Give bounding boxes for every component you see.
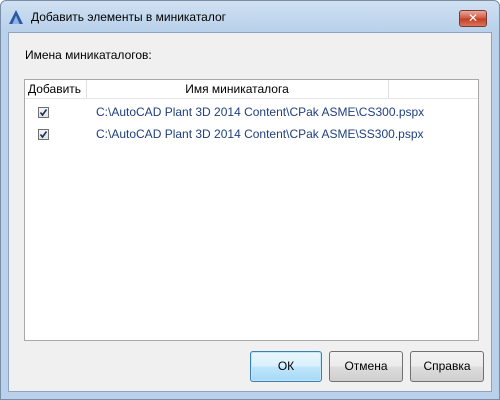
cancel-button[interactable]: Отмена: [329, 351, 403, 382]
ok-button[interactable]: ОК: [250, 351, 322, 382]
window-title: Добавить элементы в миникаталог: [31, 10, 227, 24]
close-icon: ✕: [467, 11, 479, 25]
autocad-a-icon: [9, 10, 23, 24]
checkmark-icon: [39, 109, 48, 117]
dialog-body: Имена миникаталогов: Добавить Имя миника…: [8, 32, 492, 392]
checkmark-icon: [39, 131, 48, 139]
catalog-path: C:\AutoCAD Plant 3D 2014 Content\CPak AS…: [96, 105, 425, 119]
catalog-path: C:\AutoCAD Plant 3D 2014 Content\CPak AS…: [96, 127, 424, 141]
close-button[interactable]: ✕: [459, 10, 487, 27]
add-checkbox[interactable]: [38, 107, 49, 118]
table-row[interactable]: C:\AutoCAD Plant 3D 2014 Content\CPak AS…: [25, 102, 478, 124]
column-divider[interactable]: [388, 80, 389, 98]
title-bar[interactable]: Добавить элементы в миникаталог ✕: [1, 1, 499, 31]
column-header-add[interactable]: Добавить: [28, 80, 84, 98]
table-row[interactable]: C:\AutoCAD Plant 3D 2014 Content\CPak AS…: [25, 124, 478, 146]
column-header-name[interactable]: Имя миникаталога: [87, 80, 387, 98]
catalog-grid[interactable]: Добавить Имя миникаталога C:\AutoCAD Pla…: [24, 79, 479, 341]
add-checkbox[interactable]: [38, 129, 49, 140]
grid-header: Добавить Имя миникаталога: [25, 80, 478, 99]
dialog-window: Добавить элементы в миникаталог ✕ Имена …: [0, 0, 500, 400]
catalog-names-label: Имена миникаталогов:: [25, 48, 152, 62]
help-button[interactable]: Справка: [410, 351, 484, 382]
